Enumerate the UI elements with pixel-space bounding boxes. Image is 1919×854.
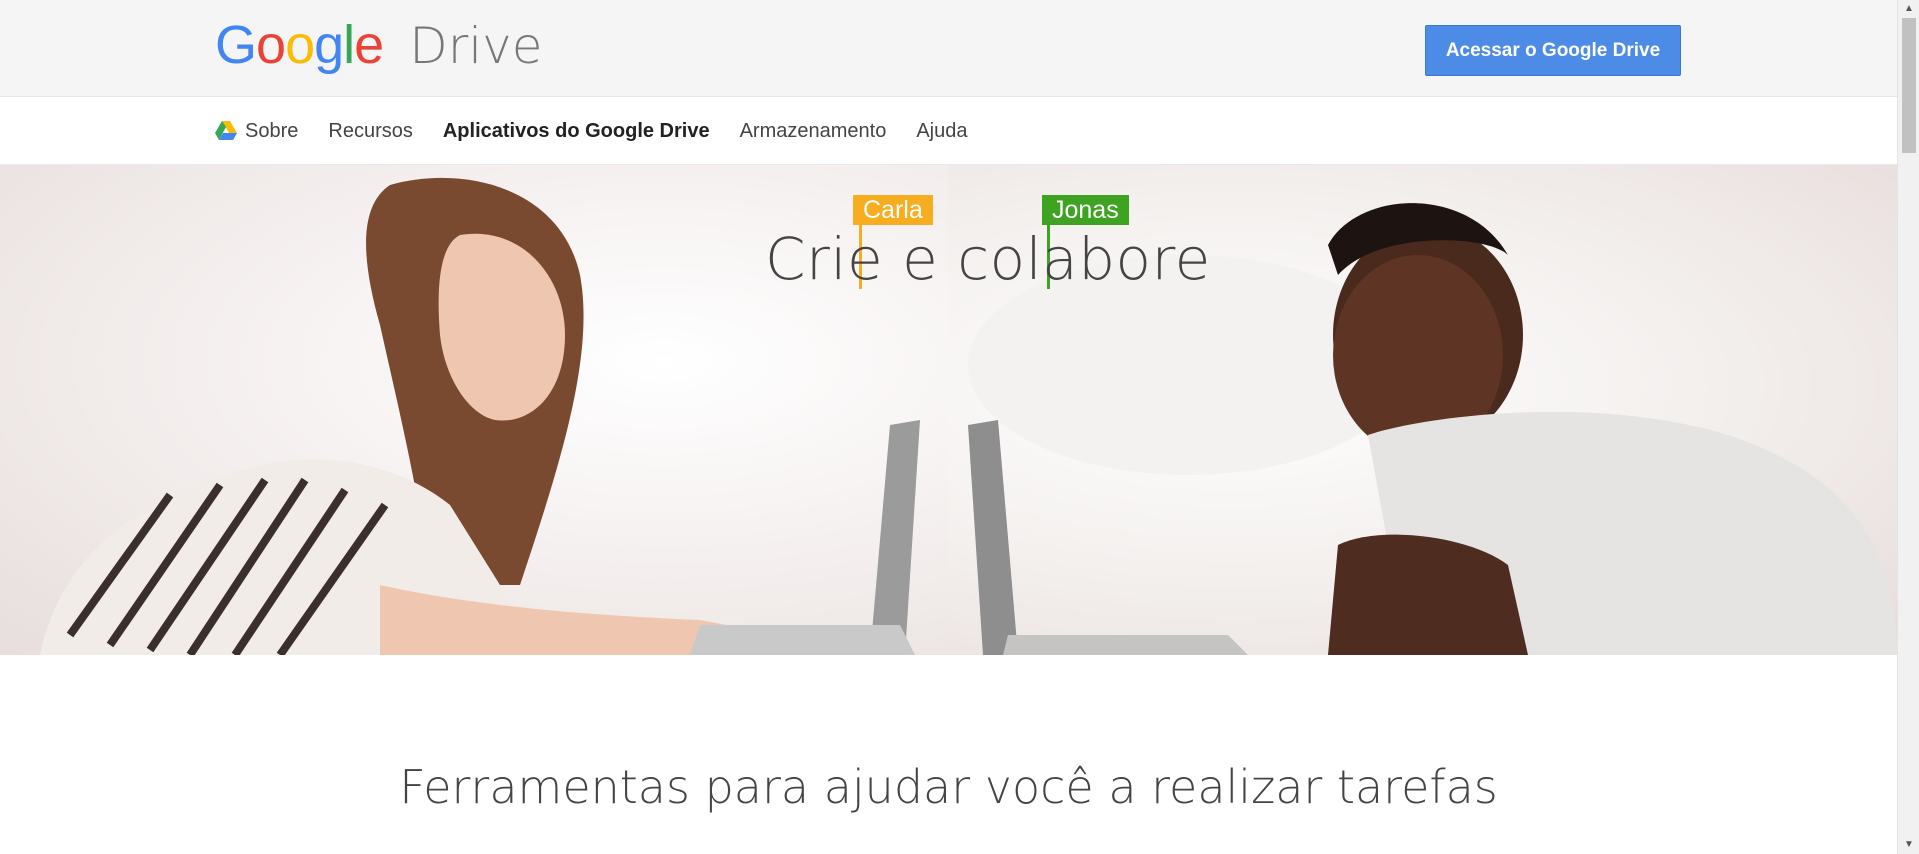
- nav-item-ajuda[interactable]: Ajuda: [916, 120, 967, 143]
- scroll-down-arrow-icon[interactable]: ▼: [1898, 836, 1919, 854]
- drive-wordmark: Drive: [409, 17, 543, 75]
- nav-item-recursos[interactable]: Recursos: [328, 120, 412, 143]
- collaborator-tag-jonas: Jonas: [1042, 195, 1129, 225]
- scroll-thumb[interactable]: [1902, 18, 1916, 153]
- nav-item-label: Ajuda: [916, 119, 968, 142]
- drive-icon: [215, 121, 237, 140]
- nav-item-sobre[interactable]: Sobre: [215, 120, 298, 143]
- nav-item-label: Aplicativos do Google Drive: [442, 119, 710, 142]
- hero-banner: Carla Jonas Crie e colabore: [0, 165, 1897, 655]
- section-title: Ferramentas para ajudar você a realizar …: [399, 760, 1498, 814]
- access-drive-button[interactable]: Acessar o Google Drive: [1425, 25, 1681, 76]
- nav-item-label: Sobre: [245, 119, 299, 142]
- nav-item-aplicativos[interactable]: Aplicativos do Google Drive: [443, 120, 710, 143]
- main-nav: Sobre Recursos Aplicativos do Google Dri…: [0, 97, 1897, 165]
- nav-item-label: Recursos: [328, 119, 413, 142]
- page-scrollbar[interactable]: ▲ ▼: [1897, 0, 1919, 854]
- top-header: Google Drive Acessar o Google Drive: [0, 0, 1897, 97]
- nav-item-armazenamento[interactable]: Armazenamento: [740, 120, 887, 143]
- collaborator-tag-carla: Carla: [853, 195, 933, 225]
- google-drive-logo[interactable]: Google Drive: [215, 14, 543, 75]
- scroll-up-arrow-icon[interactable]: ▲: [1898, 0, 1919, 18]
- hero-title: Crie e colabore: [765, 225, 1211, 293]
- google-wordmark: Google: [215, 15, 384, 75]
- nav-item-label: Armazenamento: [739, 119, 887, 142]
